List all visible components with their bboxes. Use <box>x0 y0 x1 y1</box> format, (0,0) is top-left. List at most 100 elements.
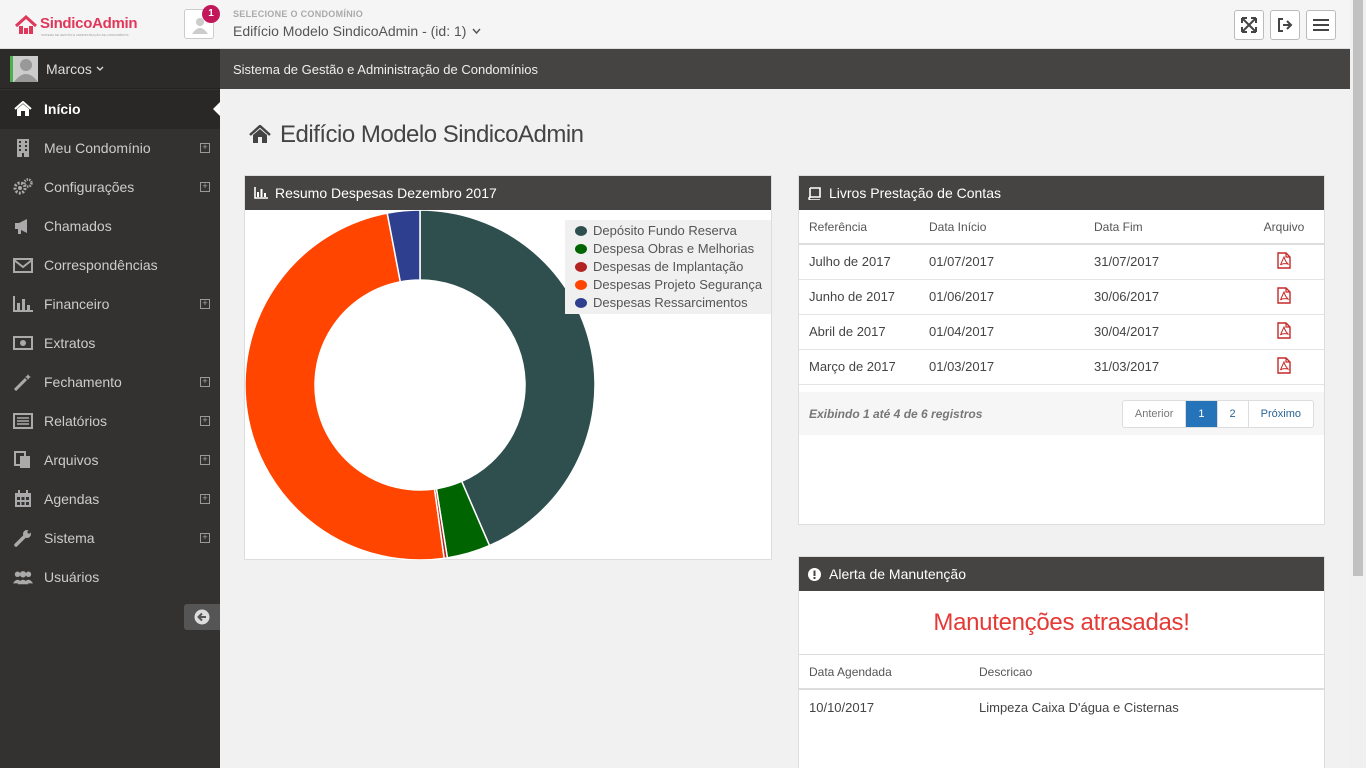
sidebar-item-arquivos[interactable]: Arquivos + <box>0 441 220 480</box>
page-scrollbar[interactable] <box>1350 0 1366 768</box>
pagination-next[interactable]: Próximo <box>1249 401 1313 427</box>
books-table: Referência Data Início Data Fim Arquivo … <box>799 210 1324 385</box>
table-cell: 10/10/2017 <box>809 699 875 715</box>
sidebar-item-fechamento[interactable]: Fechamento + <box>0 363 220 402</box>
sidebar-item-correspondencias[interactable]: Correspondências <box>0 246 220 285</box>
expand-icon: + <box>200 143 210 153</box>
exclamation-circle-icon <box>808 568 821 581</box>
books-panel-header: Livros Prestação de Contas <box>799 176 1324 210</box>
users-icon <box>13 568 33 586</box>
sidebar-item-label: Arquivos <box>44 452 99 468</box>
sidebar-item-extratos[interactable]: Extratos <box>0 324 220 363</box>
condo-select-label: SELECIONE O CONDOMÍNIO <box>233 9 364 19</box>
table-row[interactable]: 10/10/2017 Limpeza Caixa D'água e Cister… <box>799 689 1324 724</box>
table-cell: 31/03/2017 <box>1084 349 1244 385</box>
legend-label: Depósito Fundo Reserva <box>593 223 737 238</box>
column-header[interactable]: Data Agendada <box>799 655 969 690</box>
maintenance-panel-header: Alerta de Manutenção <box>799 557 1324 591</box>
sidebar-item-configuracoes[interactable]: Configurações + <box>0 168 220 207</box>
table-row[interactable]: Março de 2017 01/03/2017 31/03/2017 <box>799 349 1324 385</box>
table-cell: 01/03/2017 <box>919 349 1084 385</box>
sidebar-item-agendas[interactable]: Agendas + <box>0 480 220 519</box>
list-icon <box>13 412 33 430</box>
sidebar-item-label: Meu Condomínio <box>44 140 151 156</box>
condo-select[interactable]: Edifício Modelo SindicoAdmin - (id: 1) <box>233 23 481 39</box>
sidebar-item-label: Correspondências <box>44 257 158 273</box>
user-avatar-icon <box>14 59 38 82</box>
cogs-icon <box>13 178 33 196</box>
table-cell: 01/04/2017 <box>919 314 1084 350</box>
legend-item[interactable]: Depósito Fundo Reserva <box>565 222 771 240</box>
legend-item[interactable]: Despesa Obras e Melhorias <box>565 240 771 258</box>
avatar <box>10 56 38 82</box>
logo-house-icon <box>14 14 38 34</box>
table-cell: 31/07/2017 <box>1084 244 1244 280</box>
table-cell: 30/04/2017 <box>1084 314 1244 350</box>
column-header[interactable]: Descricao <box>969 655 1324 690</box>
legend-item[interactable]: Despesas de Implantação <box>565 258 771 276</box>
maintenance-alert-message: Manutenções atrasadas! <box>799 591 1324 655</box>
pagination-page-2[interactable]: 2 <box>1218 401 1249 427</box>
magic-wand-icon <box>13 373 33 391</box>
table-cell: Abril de 2017 <box>799 314 919 350</box>
table-row[interactable]: Junho de 2017 01/06/2017 30/06/2017 <box>799 279 1324 315</box>
legend-label: Despesas de Implantação <box>593 259 744 274</box>
table-cell: Limpeza Caixa D'água e Cisternas <box>979 699 1179 715</box>
table-cell: 01/06/2017 <box>919 279 1084 315</box>
menu-button[interactable] <box>1306 10 1336 40</box>
table-cell: Julho de 2017 <box>799 244 919 280</box>
column-header[interactable]: Referência <box>799 210 919 245</box>
table-cell <box>1244 314 1324 350</box>
sidebar-item-sistema[interactable]: Sistema + <box>0 519 220 558</box>
table-row[interactable]: Abril de 2017 01/04/2017 30/04/2017 <box>799 314 1324 350</box>
table-cell: Março de 2017 <box>799 349 919 385</box>
pagination-page-1[interactable]: 1 <box>1186 401 1218 427</box>
chevron-down-icon <box>96 66 104 71</box>
column-header[interactable]: Data Fim <box>1084 210 1244 245</box>
legend-item[interactable]: Despesas Projeto Segurança <box>565 276 771 294</box>
column-header[interactable]: Data Início <box>919 210 1084 245</box>
sidebar-item-meu-condominio[interactable]: Meu Condomínio + <box>0 129 220 168</box>
notifications-button[interactable]: 1 <box>184 5 220 39</box>
expand-icon: + <box>200 455 210 465</box>
chart-legend: Depósito Fundo Reserva Despesa Obras e Me… <box>565 220 771 314</box>
top-bar: SindicoAdmin SISTEMA DE GESTÃO E ADMINIS… <box>0 0 1350 49</box>
book-icon <box>808 187 821 200</box>
pdf-file-icon[interactable] <box>1277 252 1291 269</box>
home-icon <box>13 100 33 118</box>
sidebar: Marcos Início Meu Condomínio + Configura… <box>0 49 220 768</box>
user-menu[interactable]: Marcos <box>0 49 220 89</box>
calendar-icon <box>13 490 33 508</box>
sidebar-item-label: Chamados <box>44 218 112 234</box>
table-row[interactable]: Julho de 2017 01/07/2017 31/07/2017 <box>799 244 1324 280</box>
sidebar-item-chamados[interactable]: Chamados <box>0 207 220 246</box>
expand-icon: + <box>200 182 210 192</box>
sidebar-item-inicio[interactable]: Início <box>0 90 220 129</box>
sidebar-item-label: Início <box>44 101 81 117</box>
legend-label: Despesas Ressarcimentos <box>593 295 748 310</box>
legend-swatch <box>575 262 587 272</box>
sidebar-item-financeiro[interactable]: Financeiro + <box>0 285 220 324</box>
pagination-prev[interactable]: Anterior <box>1123 401 1187 427</box>
legend-swatch <box>575 226 587 236</box>
condo-select-value: Edifício Modelo SindicoAdmin - (id: 1) <box>233 23 467 39</box>
fullscreen-button[interactable] <box>1234 10 1264 40</box>
user-name: Marcos <box>46 61 104 77</box>
scrollbar-thumb[interactable] <box>1353 0 1363 576</box>
sidebar-item-usuarios[interactable]: Usuários <box>0 558 220 597</box>
expand-icon: + <box>200 494 210 504</box>
table-footer: Exibindo 1 até 4 de 6 registros Anterior… <box>799 392 1324 435</box>
pdf-file-icon[interactable] <box>1277 356 1291 374</box>
pdf-file-icon[interactable] <box>1277 286 1291 304</box>
column-header[interactable]: Arquivo <box>1244 210 1324 245</box>
arrow-left-circle-icon <box>194 609 210 625</box>
legend-item[interactable]: Despesas Ressarcimentos <box>565 294 771 312</box>
logout-button[interactable] <box>1270 10 1300 40</box>
pdf-file-icon[interactable] <box>1277 321 1291 339</box>
sidebar-item-relatorios[interactable]: Relatórios + <box>0 402 220 441</box>
building-icon <box>13 139 33 157</box>
sidebar-collapse-button[interactable] <box>184 604 220 630</box>
logo[interactable]: SindicoAdmin SISTEMA DE GESTÃO E ADMINIS… <box>14 14 138 38</box>
expand-icon: + <box>200 416 210 426</box>
chevron-down-icon <box>472 28 481 35</box>
